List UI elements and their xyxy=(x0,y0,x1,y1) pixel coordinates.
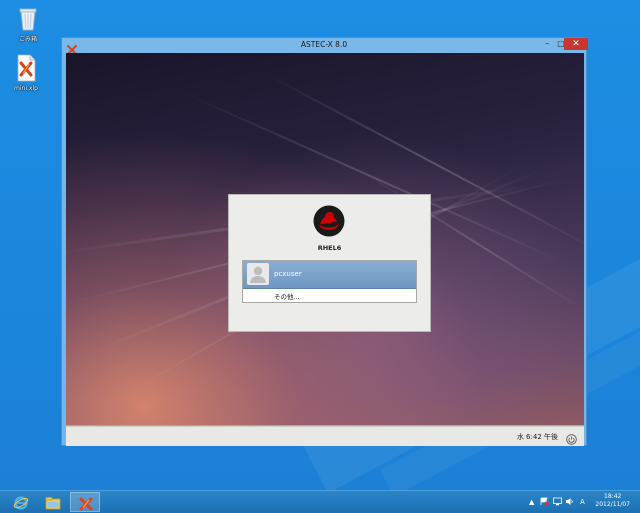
panel-clock[interactable]: 水 6:42 午後 xyxy=(517,432,558,442)
taskbar: ▲ A 18:42 2012/11/07 xyxy=(0,490,640,513)
action-center-flag-icon[interactable] xyxy=(540,497,549,508)
tray-time: 18:42 xyxy=(604,493,622,500)
other-user-label: その他... xyxy=(274,293,300,301)
astec-x-file-icon xyxy=(10,52,42,84)
speaker-icon[interactable] xyxy=(565,497,574,508)
minimize-button[interactable]: – xyxy=(540,38,554,50)
desktop-icon-label: mini.xlp xyxy=(14,85,38,92)
desktop-icon-recycle-bin[interactable]: ごみ箱 xyxy=(6,3,50,44)
other-user-item[interactable]: その他... xyxy=(243,289,416,302)
close-button[interactable]: ✕ xyxy=(564,38,588,50)
recycle-bin-icon xyxy=(12,3,44,35)
internet-explorer-icon xyxy=(13,496,29,510)
ime-indicator[interactable]: A xyxy=(580,498,585,506)
taskbar-file-explorer[interactable] xyxy=(38,492,68,512)
user-list-item[interactable]: pcxuser xyxy=(243,261,416,289)
user-avatar-icon xyxy=(247,263,269,285)
username-label: pcxuser xyxy=(274,270,302,278)
power-icon[interactable] xyxy=(566,430,577,445)
tray-clock[interactable]: 18:42 2012/11/07 xyxy=(595,493,630,509)
window-title: ASTEC-X 8.0 xyxy=(300,40,348,49)
taskbar-astec-x[interactable] xyxy=(70,492,100,512)
astec-x-icon xyxy=(79,497,93,511)
astec-x-window: ASTEC-X 8.0 – □ ✕ RHEL6 pcxuser その他... 水… xyxy=(61,37,588,446)
desktop-icon-label: ごみ箱 xyxy=(18,36,37,43)
bottom-panel: 水 6:42 午後 xyxy=(66,426,584,446)
desktop-icon-mini-xlp[interactable]: mini.xlp xyxy=(4,52,48,93)
hostname-label: RHEL6 xyxy=(317,244,342,252)
tray-chevron-up-icon[interactable]: ▲ xyxy=(529,498,534,506)
remote-desktop-area[interactable]: RHEL6 pcxuser その他... xyxy=(66,53,584,425)
login-dialog: RHEL6 pcxuser その他... xyxy=(228,194,431,332)
tray-date: 2012/11/07 xyxy=(595,501,630,508)
user-list: pcxuser その他... xyxy=(242,260,417,303)
taskbar-internet-explorer[interactable] xyxy=(6,492,36,512)
file-explorer-icon xyxy=(45,497,61,510)
network-icon[interactable] xyxy=(553,497,562,508)
window-titlebar[interactable]: ASTEC-X 8.0 – □ ✕ xyxy=(62,38,588,55)
redhat-logo-icon xyxy=(313,205,345,237)
